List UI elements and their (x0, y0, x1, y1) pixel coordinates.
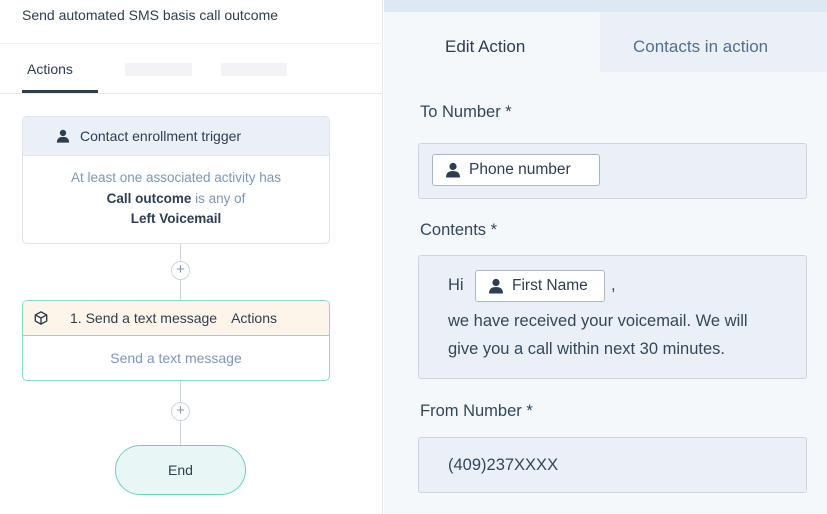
phone-number-token-label: Phone number (469, 161, 571, 178)
person-icon (56, 129, 70, 143)
editor-header-strip (384, 0, 827, 12)
trigger-criteria: At least one associated activity has Cal… (23, 156, 329, 230)
phone-number-token[interactable]: Phone number (432, 154, 600, 186)
action-actions-link[interactable]: Actions (231, 310, 277, 326)
trigger-property: Call outcome (106, 190, 192, 206)
contents-field[interactable]: Hi First Name , we have received your vo… (418, 255, 807, 379)
box-icon (34, 311, 48, 325)
to-number-label: To Number * (420, 103, 512, 121)
tab-actions[interactable]: Actions (22, 44, 98, 93)
connector-line (180, 381, 181, 402)
connector-line (180, 280, 181, 300)
first-name-token-label: First Name (512, 277, 588, 294)
enrollment-trigger-card[interactable]: Contact enrollment trigger At least one … (22, 116, 330, 244)
trigger-operator: is any of (191, 190, 246, 206)
contents-line3: give you a call within next 30 minutes. (448, 340, 725, 358)
tab-contacts-in-action[interactable]: Contacts in action (600, 12, 827, 72)
contents-comma: , (611, 276, 616, 294)
trigger-title: Contact enrollment trigger (80, 128, 242, 144)
from-number-label: From Number * (420, 402, 533, 420)
action-description: Send a text message (110, 350, 242, 366)
connector-line (180, 421, 181, 445)
trigger-value: Left Voicemail (130, 211, 222, 226)
action-title: 1. Send a text message (70, 310, 218, 326)
trigger-header: Contact enrollment trigger (23, 117, 329, 156)
trigger-line1: At least one associated activity has (70, 170, 282, 185)
tab-placeholder[interactable] (221, 63, 287, 76)
send-text-action-card[interactable]: 1. Send a text message Actions Send a te… (22, 300, 330, 381)
contents-line2: we have received your voicemail. We will (448, 312, 748, 330)
trigger-line3: Left Voicemail (23, 209, 329, 230)
first-name-token[interactable]: First Name (475, 270, 605, 302)
workflow-title: Send automated SMS basis call outcome (22, 7, 279, 23)
tab-edit-action[interactable]: Edit Action (384, 12, 600, 72)
connector-line (180, 244, 181, 261)
workflow-panel: Send automated SMS basis call outcome Ac… (0, 0, 383, 514)
tab-placeholder[interactable] (125, 63, 192, 76)
add-step-button[interactable]: + (171, 261, 190, 280)
action-header: 1. Send a text message Actions (23, 301, 329, 336)
person-icon (489, 278, 503, 294)
contents-greeting: Hi (448, 276, 464, 294)
trigger-line2: Call outcome is any of (23, 189, 329, 210)
contents-label: Contents * (420, 221, 498, 239)
add-step-button[interactable]: + (171, 402, 190, 421)
person-icon (446, 162, 460, 178)
workflow-tabs: Actions (0, 44, 383, 94)
from-number-value: (409)237XXXX (448, 456, 559, 474)
to-number-field[interactable]: Phone number (418, 143, 807, 199)
from-number-field[interactable]: (409)237XXXX (418, 437, 807, 493)
action-editor-panel: Edit Action Contacts in action To Number… (384, 0, 827, 514)
end-node[interactable]: End (115, 445, 246, 495)
